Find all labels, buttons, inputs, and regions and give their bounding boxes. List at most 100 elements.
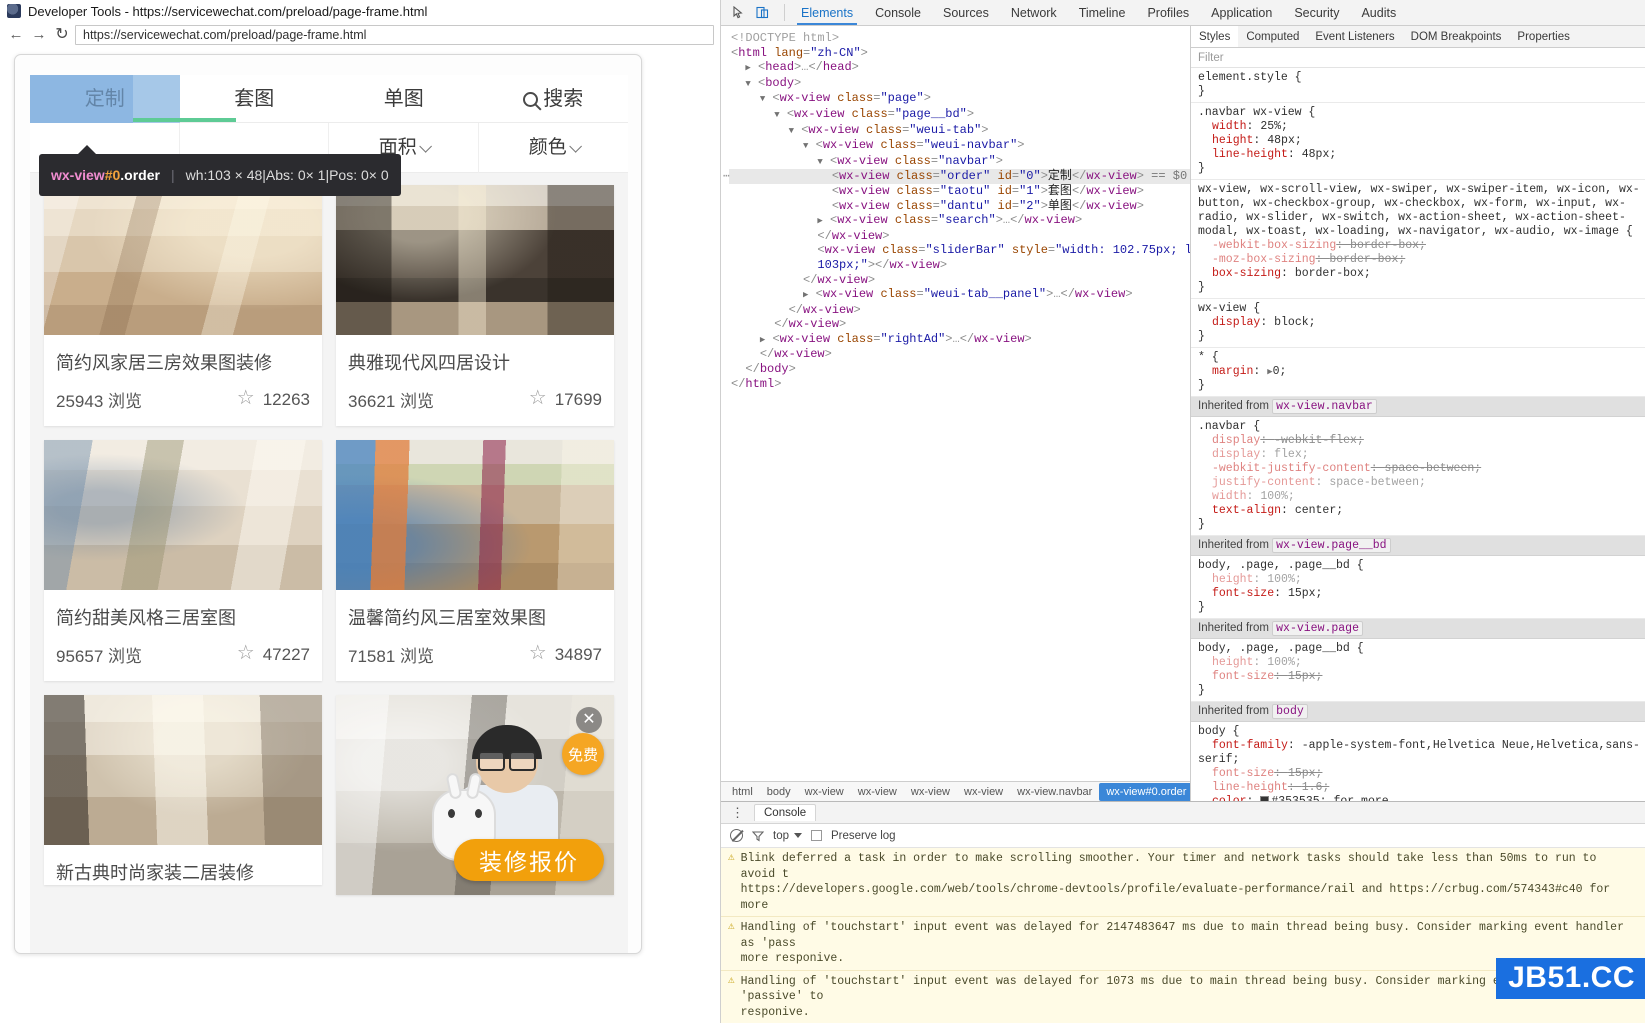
collapse-arrow-icon[interactable]: ▼	[817, 157, 822, 167]
breadcrumb-item[interactable]: html	[725, 783, 760, 801]
dom-tree[interactable]: <!DOCTYPE html> <html lang="zh-CN"> ▶ <he…	[721, 26, 1190, 781]
tab-security[interactable]: Security	[1283, 0, 1350, 25]
tab-taotu[interactable]: 套图	[180, 75, 330, 123]
breadcrumb-item[interactable]: wx-view	[851, 783, 904, 801]
tab-sources[interactable]: Sources	[932, 0, 1000, 25]
tab-dingzhi[interactable]: 定制	[30, 75, 180, 123]
expand-arrow-icon[interactable]: ▶	[803, 290, 808, 300]
quote-button[interactable]: 装修报价	[454, 839, 604, 881]
css-rule[interactable]: wx-view, wx-scroll-view, wx-swiper, wx-s…	[1191, 180, 1645, 299]
filter-color[interactable]: 颜色	[479, 123, 629, 173]
tab-network[interactable]: Network	[1000, 0, 1068, 25]
css-rule[interactable]: body {font-family: -apple-system-font,He…	[1191, 722, 1645, 801]
css-rule[interactable]: body, .page, .page__bd {height: 100%; fon…	[1191, 556, 1645, 619]
breadcrumb-item[interactable]: wx-view	[904, 783, 957, 801]
css-declaration[interactable]: margin: ▶0;	[1198, 365, 1645, 379]
collapse-arrow-icon[interactable]: ▼	[745, 79, 750, 89]
collapse-arrow-icon[interactable]: ▼	[789, 126, 794, 136]
dom-node[interactable]: <wx-view class="sliderBar" style="width:…	[729, 243, 1190, 258]
more-options-icon[interactable]: ⋮	[727, 806, 748, 819]
tab-search[interactable]: 搜索	[479, 75, 629, 123]
drawer-tab-console[interactable]: Console	[754, 804, 817, 821]
advertisement-card[interactable]: ✕ 免费 装修报价	[336, 695, 614, 895]
dom-node[interactable]: ▼ <wx-view class="weui-navbar">	[729, 138, 1190, 154]
css-declaration[interactable]: height: 100%;	[1198, 656, 1645, 670]
css-declaration[interactable]: height: 48px;	[1198, 134, 1645, 148]
styles-rules-list[interactable]: element.style {} .navbar wx-view {width: …	[1191, 68, 1645, 801]
dom-node[interactable]: <html lang="zh-CN">	[729, 46, 1190, 61]
css-declaration[interactable]: font-family: -apple-system-font,Helvetic…	[1198, 739, 1645, 767]
breadcrumb[interactable]: html body wx-view wx-view wx-view wx-view wx-v…	[721, 781, 1190, 801]
clear-console-icon[interactable]	[730, 829, 743, 842]
dom-node[interactable]: </body>	[729, 362, 1190, 377]
css-declaration[interactable]: display: -webkit-flex;	[1198, 434, 1645, 448]
css-declaration[interactable]: width: 25%;	[1198, 120, 1645, 134]
dom-node[interactable]: ▼ <wx-view class="weui-tab">	[729, 123, 1190, 139]
tab-dom-breakpoints[interactable]: DOM Breakpoints	[1403, 26, 1510, 47]
breadcrumb-item[interactable]: wx-view	[957, 783, 1010, 801]
css-declaration[interactable]: font-size: 15px;	[1198, 587, 1645, 601]
list-item[interactable]: 新古典时尚家装二居装修	[44, 695, 322, 885]
console-message[interactable]: ⚠ Blink deferred a task in order to make …	[721, 848, 1645, 917]
dom-node[interactable]: <wx-view class="taotu" id="1">套图</wx-vie…	[729, 184, 1190, 199]
tab-computed[interactable]: Computed	[1238, 26, 1307, 47]
tab-properties[interactable]: Properties	[1509, 26, 1577, 47]
expand-arrow-icon[interactable]: ▶	[760, 335, 765, 345]
css-declaration[interactable]: line-height: 48px;	[1198, 148, 1645, 162]
tab-elements[interactable]: Elements	[790, 0, 864, 25]
tab-event-listeners[interactable]: Event Listeners	[1307, 26, 1402, 47]
close-icon[interactable]: ✕	[576, 707, 602, 733]
collapse-arrow-icon[interactable]: ▼	[760, 94, 765, 104]
tab-dantu[interactable]: 单图	[329, 75, 479, 123]
inspect-cursor-icon[interactable]	[727, 3, 749, 23]
dom-node-selected[interactable]: ⋯ <wx-view class="order" id="0">定制</wx-v…	[723, 169, 1190, 184]
css-rule[interactable]: body, .page, .page__bd {height: 100%; fon…	[1191, 639, 1645, 702]
filter-icon[interactable]	[751, 830, 765, 842]
dom-node[interactable]: <!DOCTYPE html>	[729, 31, 1190, 46]
css-declaration[interactable]: height: 100%;	[1198, 573, 1645, 587]
css-declaration[interactable]: display: flex;	[1198, 448, 1645, 462]
dom-node[interactable]: </wx-view>	[729, 303, 1190, 318]
styles-filter-input[interactable]: Filter	[1191, 48, 1645, 68]
list-item[interactable]: 简约风家居三房效果图装修 25943 浏览 ☆ 12263	[44, 185, 322, 426]
css-declaration[interactable]: font-size: 15px;	[1198, 767, 1645, 781]
breadcrumb-item[interactable]: wx-view	[798, 783, 851, 801]
dom-node[interactable]: <wx-view class="dantu" id="2">单图</wx-vie…	[729, 199, 1190, 214]
css-declaration[interactable]: line-height: 1.6;	[1198, 781, 1645, 795]
list-item[interactable]: 简约甜美风格三居室图 95657 浏览 ☆ 47227	[44, 440, 322, 681]
breadcrumb-item[interactable]: body	[760, 783, 798, 801]
breadcrumb-item[interactable]: wx-view.navbar	[1010, 783, 1099, 801]
css-rule[interactable]: .navbar {display: -webkit-flex; display: …	[1191, 417, 1645, 536]
css-declaration[interactable]: box-sizing: border-box;	[1198, 267, 1645, 281]
dom-node[interactable]: </wx-view>	[729, 317, 1190, 332]
device-toolbar-icon[interactable]	[751, 3, 773, 23]
dom-node[interactable]: 103px;"></wx-view>	[729, 258, 1190, 273]
console-context-selector[interactable]: top	[773, 830, 802, 842]
css-declaration[interactable]: display: block;	[1198, 316, 1645, 330]
css-declaration[interactable]: -webkit-box-sizing: border-box;	[1198, 239, 1645, 253]
dom-node[interactable]: ▼ <body>	[729, 76, 1190, 92]
expand-arrow-icon[interactable]: ▶	[817, 216, 822, 226]
dom-node[interactable]: </wx-view>	[729, 229, 1190, 244]
css-rule[interactable]: wx-view {display: block;}	[1191, 299, 1645, 348]
preserve-log-checkbox[interactable]	[811, 830, 822, 841]
forward-icon[interactable]: →	[29, 25, 49, 45]
tab-audits[interactable]: Audits	[1350, 0, 1407, 25]
css-declaration[interactable]: text-align: center;	[1198, 504, 1645, 518]
tab-timeline[interactable]: Timeline	[1068, 0, 1137, 25]
breadcrumb-item[interactable]: wx-view#0.order	[1099, 782, 1190, 801]
dom-node[interactable]: </wx-view>	[729, 347, 1190, 362]
expand-arrow-icon[interactable]: ▶	[745, 63, 750, 73]
url-input[interactable]: https://servicewechat.com/preload/page-f…	[75, 24, 714, 45]
dom-node[interactable]: ▼ <wx-view class="page__bd">	[729, 107, 1190, 123]
css-rule[interactable]: * {margin: ▶0;}	[1191, 348, 1645, 397]
list-item[interactable]: 典雅现代风四居设计 36621 浏览 ☆ 17699	[336, 185, 614, 426]
list-item[interactable]: 温馨简约风三居室效果图 71581 浏览 ☆ 34897	[336, 440, 614, 681]
tab-application[interactable]: Application	[1200, 0, 1283, 25]
tab-console[interactable]: Console	[864, 0, 932, 25]
css-declaration[interactable]: -moz-box-sizing: border-box;	[1198, 253, 1645, 267]
dom-node[interactable]: ▶ <wx-view class="weui-tab__panel">…</wx…	[729, 287, 1190, 303]
css-declaration[interactable]: width: 100%;	[1198, 490, 1645, 504]
tab-profiles[interactable]: Profiles	[1136, 0, 1200, 25]
reload-icon[interactable]: ↻	[52, 25, 72, 45]
